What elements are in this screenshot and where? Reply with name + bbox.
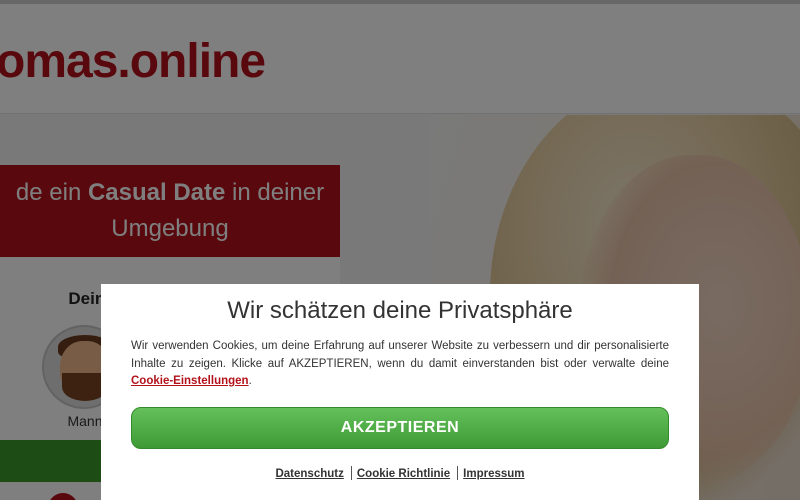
privacy-link[interactable]: Datenschutz bbox=[275, 468, 343, 480]
link-separator bbox=[457, 466, 459, 480]
cookie-dialog-title: Wir schätzen deine Privatsphäre bbox=[227, 297, 573, 324]
cookie-text-body: Wir verwenden Cookies, um deine Erfahrun… bbox=[131, 340, 669, 370]
imprint-link[interactable]: Impressum bbox=[463, 468, 524, 480]
cookie-consent-dialog: Wir schätzen deine Privatsphäre Wir verw… bbox=[101, 284, 699, 500]
cookie-settings-link[interactable]: Cookie-Einstellungen bbox=[131, 375, 249, 387]
link-separator bbox=[350, 466, 352, 480]
cookie-dialog-text: Wir verwenden Cookies, um deine Erfahrun… bbox=[131, 338, 669, 391]
accept-button[interactable]: AKZEPTIEREN bbox=[131, 407, 669, 449]
footer-links: Datenschutz Cookie Richtlinie Impressum bbox=[101, 466, 699, 480]
cookie-policy-link[interactable]: Cookie Richtlinie bbox=[357, 468, 450, 480]
cookie-text-end: . bbox=[248, 375, 252, 387]
